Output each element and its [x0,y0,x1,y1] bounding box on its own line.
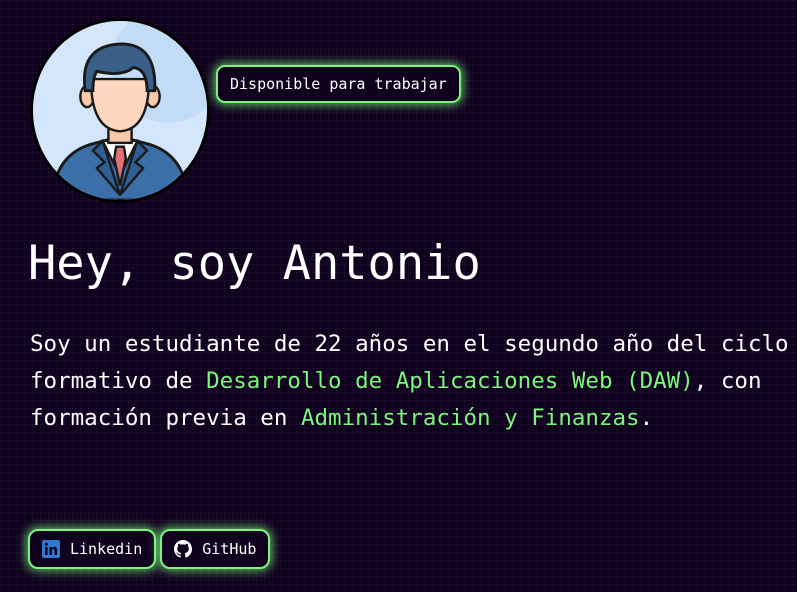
social-links: Linkedin GitHub [28,529,271,569]
bio-highlight-daw: Desarrollo de Aplicaciones Web (DAW) [206,368,694,394]
linkedin-button[interactable]: Linkedin [28,529,157,569]
github-button[interactable]: GitHub [160,529,271,569]
bio-paragraph: Soy un estudiante de 22 años en el segun… [30,326,790,437]
bio-text: . [639,405,654,431]
page-title: Hey, soy Antonio [28,236,481,291]
status-badge: Disponible para trabajar [216,65,461,103]
github-label: GitHub [202,540,257,558]
linkedin-label: Linkedin [70,540,143,558]
bio-highlight-finanzas: Administración y Finanzas [300,405,640,431]
businessman-avatar-icon [33,21,207,200]
github-icon [174,540,193,558]
avatar [30,18,210,203]
linkedin-icon [42,540,60,558]
